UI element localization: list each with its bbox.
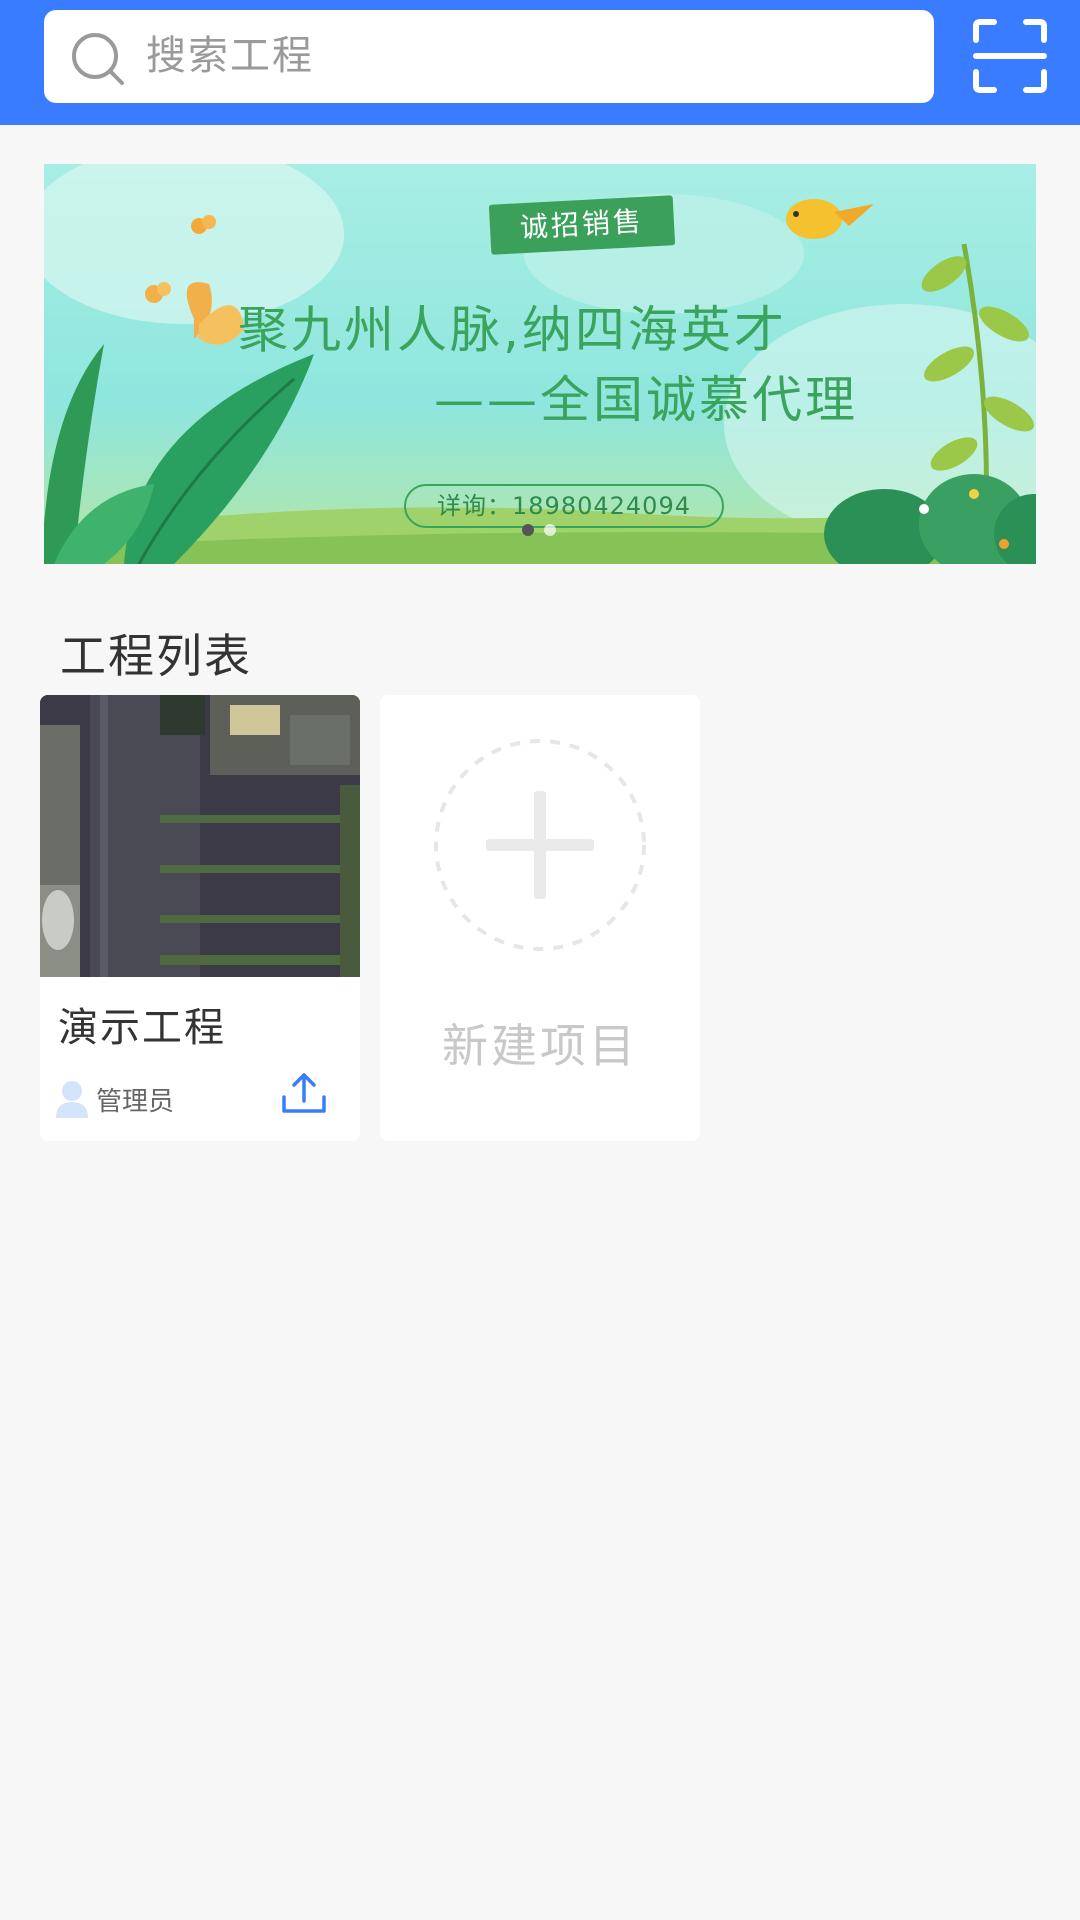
carousel-indicator: [522, 524, 556, 536]
banner-subheadline: ——全国诚慕代理: [434, 371, 858, 429]
top-bar: 搜索工程: [0, 0, 1080, 125]
search-icon: [72, 33, 124, 85]
section-title: 工程列表: [60, 629, 252, 683]
search-placeholder: 搜索工程: [146, 33, 314, 79]
plus-icon: [434, 739, 646, 951]
search-input[interactable]: 搜索工程: [44, 10, 934, 103]
carousel-dot[interactable]: [544, 524, 556, 536]
project-thumbnail: [40, 695, 360, 977]
new-project-label[interactable]: 新建项目: [380, 1010, 700, 1076]
banner-tag: 诚招销售: [488, 195, 676, 255]
carousel-dot-active[interactable]: [522, 524, 534, 536]
project-card[interactable]: 演示工程 管理员: [40, 695, 360, 1141]
project-name: 演示工程: [58, 1005, 226, 1051]
project-owner: 管理员: [96, 1087, 175, 1117]
upload-icon[interactable]: [280, 1069, 328, 1117]
promo-banner[interactable]: 诚招销售 聚九州人脉,纳四海英才 ——全国诚慕代理 详询：18980424094: [44, 164, 1036, 564]
banner-headline: 聚九州人脉,纳四海英才: [238, 301, 787, 359]
banner-contact: 详询：18980424094: [404, 484, 724, 528]
user-icon: [56, 1081, 88, 1118]
scan-icon[interactable]: [972, 18, 1048, 94]
